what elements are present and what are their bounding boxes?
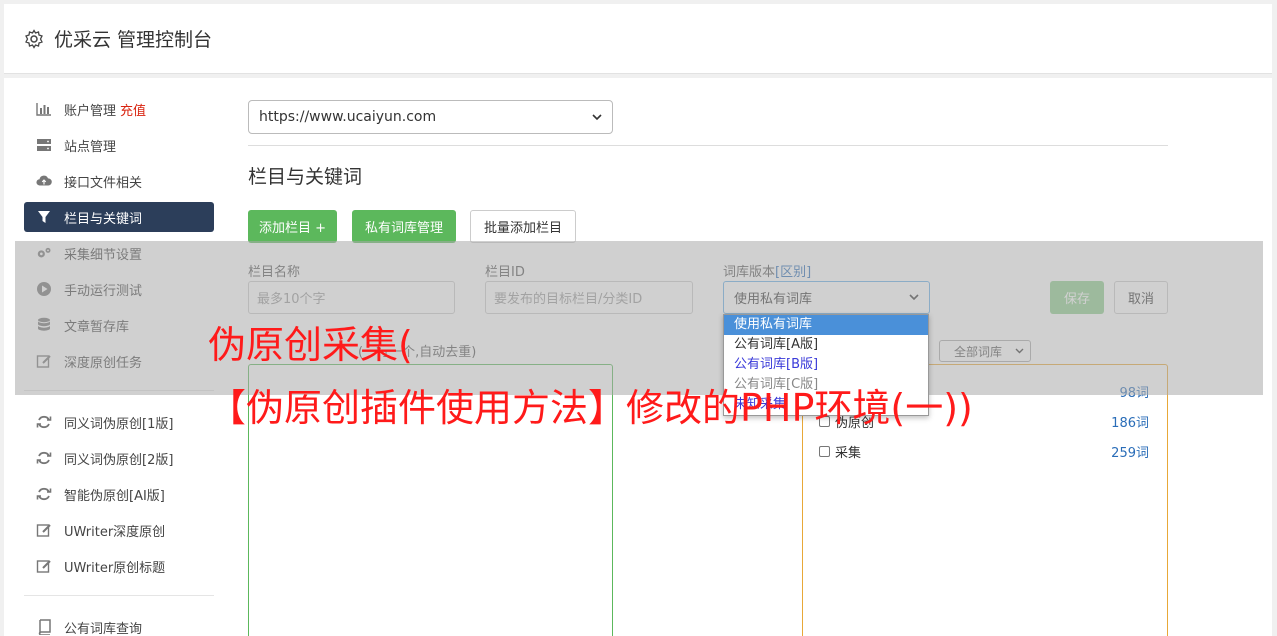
lib-version-value: 使用私有词库 [734, 292, 813, 307]
lib-filter-select[interactable]: 全部词库 [939, 340, 1031, 362]
lib-difference-link[interactable]: [区别] [775, 265, 811, 280]
play-circle-icon [36, 281, 52, 297]
sidebar-item-label: 公有词库查询 [64, 621, 143, 636]
sidebar-item-label: 采集细节设置 [64, 247, 143, 263]
sidebar-divider [24, 390, 214, 391]
sidebar-item-label: 文章暂存库 [64, 319, 130, 335]
sidebar-item-synonym-v1[interactable]: 同义词伪原创[1版] [24, 407, 214, 437]
private-lib-button[interactable]: 私有词库管理 [352, 210, 456, 243]
chevron-down-icon [909, 294, 919, 301]
sidebar-item-article-storage[interactable]: 文章暂存库 [24, 310, 214, 340]
library-count: 259词 [1111, 445, 1149, 461]
dropdown-option[interactable]: 使用私有词库 [724, 315, 928, 335]
lib-version-label-text: 词库版本 [723, 265, 776, 280]
edit-icon [36, 353, 52, 369]
sidebar-item-label: 手动运行测试 [64, 283, 143, 299]
sidebar-divider [24, 595, 214, 596]
header-bar: 优采云 管理控制台 [4, 4, 1272, 74]
page-title: 栏目与关键词 [248, 166, 363, 188]
gear-icon [25, 28, 43, 49]
add-column-button[interactable]: 添加栏目 + [248, 210, 337, 243]
sidebar-item-deep-original[interactable]: 深度原创任务 [24, 346, 214, 376]
column-id-input[interactable]: 要发布的目标栏目/分类ID [485, 281, 693, 314]
lib-filter-value: 全部词库 [954, 344, 1003, 359]
sidebar-item-collect-settings[interactable]: 采集细节设置 [24, 238, 214, 268]
library-name: 采集 [835, 445, 862, 461]
sidebar-item-columns-keywords[interactable]: 栏目与关键词 [24, 202, 214, 232]
sidebar-item-sites[interactable]: 站点管理 [24, 130, 214, 160]
sidebar-item-manual-run[interactable]: 手动运行测试 [24, 274, 214, 304]
sidebar-item-label: 栏目与关键词 [64, 211, 143, 227]
sidebar-item-account[interactable]: 账户管理 充值 [24, 94, 214, 124]
cloud-upload-icon [36, 173, 52, 189]
sidebar-item-uwriter-deep[interactable]: UWriter深度原创 [24, 515, 214, 545]
book-icon [36, 619, 52, 635]
refresh-icon [36, 450, 52, 466]
sidebar-item-label: 账户管理 [64, 103, 117, 119]
chevron-down-icon [1015, 348, 1024, 354]
sidebar-item-label: 同义词伪原创[1版] [64, 416, 174, 432]
cogs-icon [36, 245, 52, 261]
edit-icon [36, 558, 52, 574]
main-panel: 账户管理 充值 站点管理 接口文件相关 栏目与关键词 采集细节设置 手动运行测试… [4, 78, 1272, 636]
cancel-button[interactable]: 取消 [1114, 281, 1168, 314]
watermark-line-1: 伪原创采集( [208, 323, 413, 367]
sidebar: 账户管理 充值 站点管理 接口文件相关 栏目与关键词 采集细节设置 手动运行测试… [24, 94, 214, 636]
library-item[interactable]: 采集 259词 [819, 441, 1149, 461]
lib-version-label: 词库版本[区别] [723, 261, 811, 280]
filter-icon [36, 209, 52, 225]
sidebar-item-uwriter-title[interactable]: UWriter原创标题 [24, 551, 214, 581]
site-select-value: https://www.ucaiyun.com [259, 109, 437, 125]
sidebar-item-label: 智能伪原创[AI版] [64, 488, 165, 504]
save-button[interactable]: 保存 [1050, 281, 1104, 314]
edit-icon [36, 522, 52, 538]
batch-add-button[interactable]: 批量添加栏目 [470, 210, 576, 243]
sidebar-item-synonym-v2[interactable]: 同义词伪原创[2版] [24, 443, 214, 473]
refresh-icon [36, 414, 52, 430]
site-select[interactable]: https://www.ucaiyun.com [248, 100, 613, 134]
checkbox[interactable] [819, 445, 830, 457]
chevron-down-icon [592, 113, 602, 120]
server-icon [36, 137, 52, 153]
lib-version-select[interactable]: 使用私有词库 [723, 281, 930, 314]
column-name-label: 栏目名称 [248, 265, 301, 280]
sidebar-item-ai-rewrite[interactable]: 智能伪原创[AI版] [24, 479, 214, 509]
column-id-label: 栏目ID [485, 265, 525, 280]
library-count: 98词 [1119, 385, 1149, 401]
watermark-line-2: 【伪原创插件使用方法】修改的PHP环境(一)) [208, 386, 973, 430]
sidebar-item-public-lib-query[interactable]: 公有词库查询 [24, 612, 214, 636]
app-title: 优采云 管理控制台 [54, 29, 213, 51]
sidebar-item-label: UWriter原创标题 [64, 560, 166, 576]
sidebar-item-interface[interactable]: 接口文件相关 [24, 166, 214, 196]
database-icon [36, 317, 52, 333]
column-name-input[interactable]: 最多10个字 [248, 281, 455, 314]
library-count: 186词 [1111, 415, 1149, 431]
sidebar-item-label: 站点管理 [64, 139, 117, 155]
divider [248, 145, 1168, 146]
dropdown-option[interactable]: 公有词库[B版] [724, 355, 928, 375]
sidebar-item-label: 深度原创任务 [64, 355, 143, 371]
refresh-icon [36, 486, 52, 502]
sidebar-item-label: UWriter深度原创 [64, 524, 166, 540]
sidebar-item-label: 同义词伪原创[2版] [64, 452, 174, 468]
dropdown-option[interactable]: 公有词库[A版] [724, 335, 928, 355]
recharge-link[interactable]: 充值 [120, 100, 146, 119]
bar-chart-icon [36, 101, 52, 117]
sidebar-item-label: 接口文件相关 [64, 175, 143, 191]
